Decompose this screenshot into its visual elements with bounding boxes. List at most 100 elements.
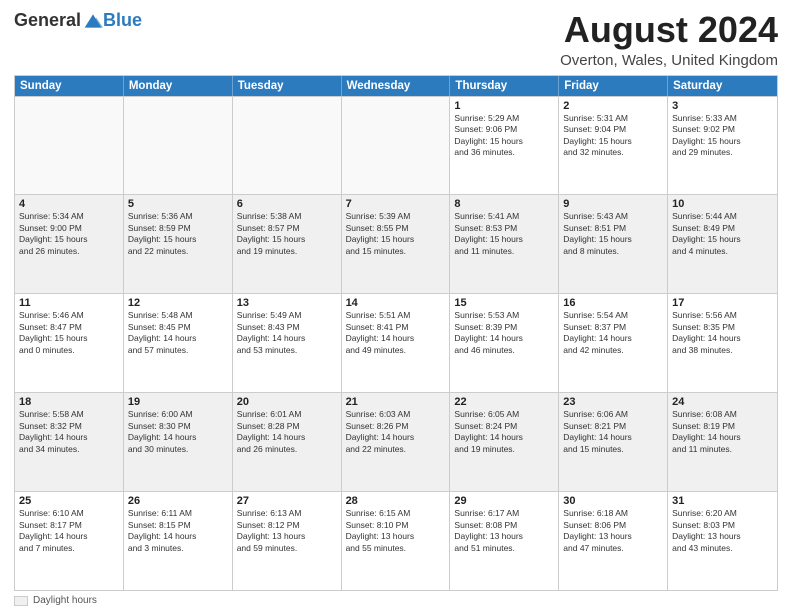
table-row: 18Sunrise: 5:58 AM Sunset: 8:32 PM Dayli… — [15, 393, 124, 491]
dow-wednesday: Wednesday — [342, 76, 451, 96]
day-info: Sunrise: 6:06 AM Sunset: 8:21 PM Dayligh… — [563, 409, 663, 455]
table-row: 5Sunrise: 5:36 AM Sunset: 8:59 PM Daylig… — [124, 195, 233, 293]
day-number: 10 — [672, 198, 773, 210]
table-row: 29Sunrise: 6:17 AM Sunset: 8:08 PM Dayli… — [450, 492, 559, 590]
day-number: 14 — [346, 297, 446, 309]
table-row: 31Sunrise: 6:20 AM Sunset: 8:03 PM Dayli… — [668, 492, 777, 590]
day-number: 6 — [237, 198, 337, 210]
table-row: 9Sunrise: 5:43 AM Sunset: 8:51 PM Daylig… — [559, 195, 668, 293]
dow-tuesday: Tuesday — [233, 76, 342, 96]
day-info: Sunrise: 6:00 AM Sunset: 8:30 PM Dayligh… — [128, 409, 228, 455]
table-row: 19Sunrise: 6:00 AM Sunset: 8:30 PM Dayli… — [124, 393, 233, 491]
day-info: Sunrise: 5:41 AM Sunset: 8:53 PM Dayligh… — [454, 211, 554, 257]
day-number: 23 — [563, 396, 663, 408]
day-info: Sunrise: 5:56 AM Sunset: 8:35 PM Dayligh… — [672, 310, 773, 356]
day-number: 20 — [237, 396, 337, 408]
day-number: 26 — [128, 495, 228, 507]
table-row: 26Sunrise: 6:11 AM Sunset: 8:15 PM Dayli… — [124, 492, 233, 590]
day-info: Sunrise: 5:33 AM Sunset: 9:02 PM Dayligh… — [672, 113, 773, 159]
day-number: 16 — [563, 297, 663, 309]
day-number: 11 — [19, 297, 119, 309]
table-row: 6Sunrise: 5:38 AM Sunset: 8:57 PM Daylig… — [233, 195, 342, 293]
table-row: 13Sunrise: 5:49 AM Sunset: 8:43 PM Dayli… — [233, 294, 342, 392]
logo-text: General Blue — [14, 10, 142, 31]
page-subtitle: Overton, Wales, United Kingdom — [560, 52, 778, 69]
calendar-header: Sunday Monday Tuesday Wednesday Thursday… — [15, 76, 777, 96]
day-number: 3 — [672, 100, 773, 112]
calendar-row: 18Sunrise: 5:58 AM Sunset: 8:32 PM Dayli… — [15, 392, 777, 491]
table-row: 11Sunrise: 5:46 AM Sunset: 8:47 PM Dayli… — [15, 294, 124, 392]
logo-icon — [83, 12, 103, 30]
day-number: 1 — [454, 100, 554, 112]
table-row: 12Sunrise: 5:48 AM Sunset: 8:45 PM Dayli… — [124, 294, 233, 392]
day-info: Sunrise: 5:48 AM Sunset: 8:45 PM Dayligh… — [128, 310, 228, 356]
day-info: Sunrise: 5:36 AM Sunset: 8:59 PM Dayligh… — [128, 211, 228, 257]
dow-monday: Monday — [124, 76, 233, 96]
day-number: 2 — [563, 100, 663, 112]
day-number: 21 — [346, 396, 446, 408]
day-number: 31 — [672, 495, 773, 507]
table-row — [124, 97, 233, 195]
table-row: 24Sunrise: 6:08 AM Sunset: 8:19 PM Dayli… — [668, 393, 777, 491]
day-number: 29 — [454, 495, 554, 507]
table-row: 7Sunrise: 5:39 AM Sunset: 8:55 PM Daylig… — [342, 195, 451, 293]
logo: General Blue — [14, 10, 142, 31]
table-row: 2Sunrise: 5:31 AM Sunset: 9:04 PM Daylig… — [559, 97, 668, 195]
table-row: 21Sunrise: 6:03 AM Sunset: 8:26 PM Dayli… — [342, 393, 451, 491]
header: General Blue August 2024 Overton, Wales,… — [14, 10, 778, 69]
day-number: 18 — [19, 396, 119, 408]
dow-saturday: Saturday — [668, 76, 777, 96]
table-row — [15, 97, 124, 195]
day-info: Sunrise: 6:08 AM Sunset: 8:19 PM Dayligh… — [672, 409, 773, 455]
table-row: 30Sunrise: 6:18 AM Sunset: 8:06 PM Dayli… — [559, 492, 668, 590]
table-row: 20Sunrise: 6:01 AM Sunset: 8:28 PM Dayli… — [233, 393, 342, 491]
day-info: Sunrise: 6:05 AM Sunset: 8:24 PM Dayligh… — [454, 409, 554, 455]
day-info: Sunrise: 5:49 AM Sunset: 8:43 PM Dayligh… — [237, 310, 337, 356]
day-info: Sunrise: 5:46 AM Sunset: 8:47 PM Dayligh… — [19, 310, 119, 356]
day-number: 4 — [19, 198, 119, 210]
day-number: 24 — [672, 396, 773, 408]
day-number: 9 — [563, 198, 663, 210]
day-info: Sunrise: 6:15 AM Sunset: 8:10 PM Dayligh… — [346, 508, 446, 554]
dow-thursday: Thursday — [450, 76, 559, 96]
day-info: Sunrise: 5:43 AM Sunset: 8:51 PM Dayligh… — [563, 211, 663, 257]
table-row: 15Sunrise: 5:53 AM Sunset: 8:39 PM Dayli… — [450, 294, 559, 392]
table-row: 28Sunrise: 6:15 AM Sunset: 8:10 PM Dayli… — [342, 492, 451, 590]
day-number: 19 — [128, 396, 228, 408]
table-row: 4Sunrise: 5:34 AM Sunset: 9:00 PM Daylig… — [15, 195, 124, 293]
calendar-row: 1Sunrise: 5:29 AM Sunset: 9:06 PM Daylig… — [15, 96, 777, 195]
day-info: Sunrise: 6:18 AM Sunset: 8:06 PM Dayligh… — [563, 508, 663, 554]
table-row: 22Sunrise: 6:05 AM Sunset: 8:24 PM Dayli… — [450, 393, 559, 491]
day-info: Sunrise: 5:58 AM Sunset: 8:32 PM Dayligh… — [19, 409, 119, 455]
day-number: 27 — [237, 495, 337, 507]
day-info: Sunrise: 6:13 AM Sunset: 8:12 PM Dayligh… — [237, 508, 337, 554]
legend-label: Daylight hours — [33, 595, 97, 606]
day-number: 30 — [563, 495, 663, 507]
dow-sunday: Sunday — [15, 76, 124, 96]
day-number: 17 — [672, 297, 773, 309]
day-info: Sunrise: 6:03 AM Sunset: 8:26 PM Dayligh… — [346, 409, 446, 455]
table-row — [233, 97, 342, 195]
table-row: 17Sunrise: 5:56 AM Sunset: 8:35 PM Dayli… — [668, 294, 777, 392]
day-info: Sunrise: 5:31 AM Sunset: 9:04 PM Dayligh… — [563, 113, 663, 159]
calendar-row: 25Sunrise: 6:10 AM Sunset: 8:17 PM Dayli… — [15, 491, 777, 590]
day-info: Sunrise: 5:44 AM Sunset: 8:49 PM Dayligh… — [672, 211, 773, 257]
logo-general: General — [14, 10, 81, 31]
day-number: 25 — [19, 495, 119, 507]
day-number: 13 — [237, 297, 337, 309]
table-row: 16Sunrise: 5:54 AM Sunset: 8:37 PM Dayli… — [559, 294, 668, 392]
calendar: Sunday Monday Tuesday Wednesday Thursday… — [14, 75, 778, 591]
day-number: 22 — [454, 396, 554, 408]
header-right: August 2024 Overton, Wales, United Kingd… — [560, 10, 778, 69]
table-row: 3Sunrise: 5:33 AM Sunset: 9:02 PM Daylig… — [668, 97, 777, 195]
page-title: August 2024 — [560, 10, 778, 50]
table-row: 25Sunrise: 6:10 AM Sunset: 8:17 PM Dayli… — [15, 492, 124, 590]
day-info: Sunrise: 5:54 AM Sunset: 8:37 PM Dayligh… — [563, 310, 663, 356]
day-info: Sunrise: 6:11 AM Sunset: 8:15 PM Dayligh… — [128, 508, 228, 554]
table-row: 8Sunrise: 5:41 AM Sunset: 8:53 PM Daylig… — [450, 195, 559, 293]
legend: Daylight hours — [14, 595, 778, 606]
table-row: 14Sunrise: 5:51 AM Sunset: 8:41 PM Dayli… — [342, 294, 451, 392]
day-number: 28 — [346, 495, 446, 507]
day-number: 15 — [454, 297, 554, 309]
page: General Blue August 2024 Overton, Wales,… — [0, 0, 792, 612]
